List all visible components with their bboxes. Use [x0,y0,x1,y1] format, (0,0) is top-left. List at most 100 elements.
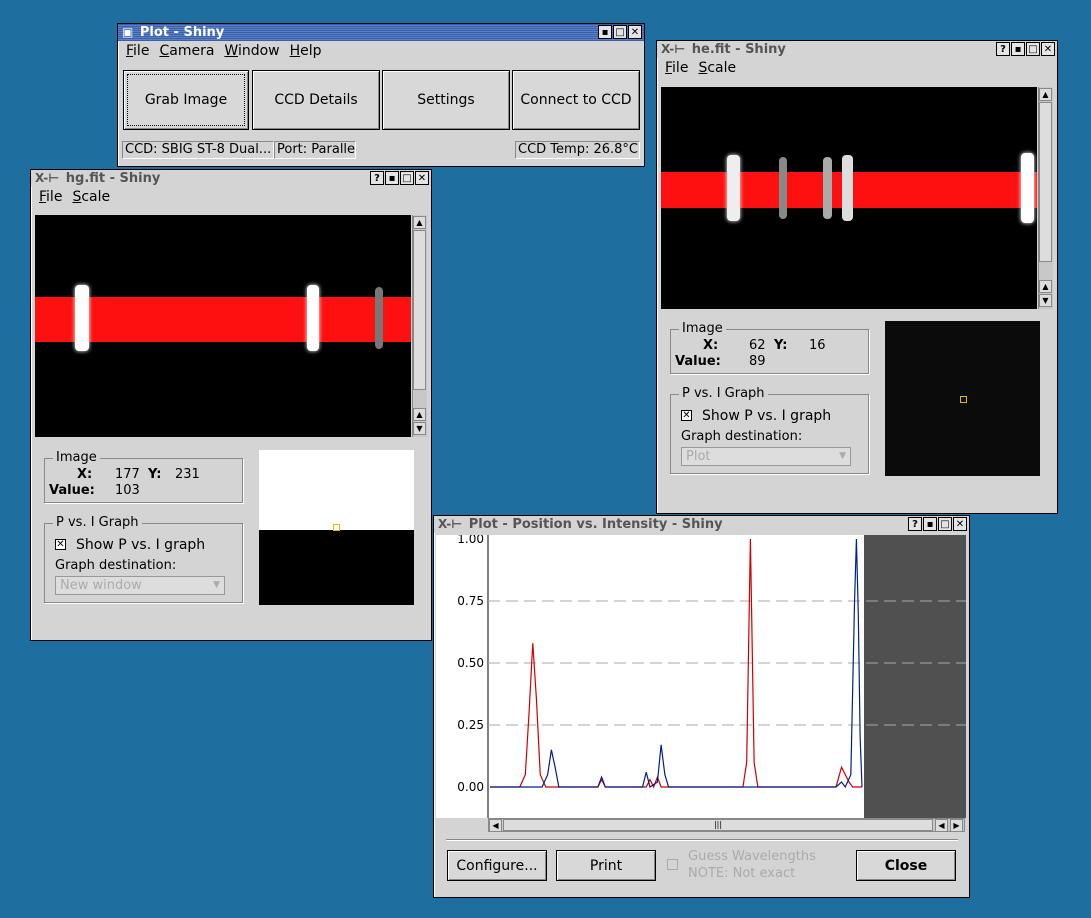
he-scrollbar[interactable]: ▲ ▲ ▼ [1038,87,1053,309]
print-label: Print [589,857,623,874]
connect-ccd-button[interactable]: Connect to CCD [512,70,640,130]
scroll-right-icon[interactable]: ▶ [950,819,963,832]
spectral-line [375,287,383,349]
preview-cursor [333,524,340,531]
y-label: Y: [148,467,162,482]
print-button[interactable]: Print [556,850,656,881]
menu-file[interactable]: File [39,189,62,205]
connect-ccd-label: Connect to CCD [520,92,632,108]
maximize-icon[interactable]: □ [938,517,952,531]
close-icon[interactable]: ✕ [415,171,429,185]
pvi-titlebar[interactable]: X-⊢ Plot - Position vs. Intensity - Shin… [434,516,969,533]
window-title: Plot - Shiny [139,25,225,40]
configure-button[interactable]: Configure... [447,850,547,881]
graph-dest-label: Graph destination: [681,429,803,444]
status-temp: CCD Temp: 26.8°C [515,141,640,159]
plot-main-window: ▣ Plot - Shiny ▪ □ ✕ File Camera Window … [117,23,645,167]
he-image-group: Image X: 62 Y: 16 Value: 89 [670,321,869,374]
maximize-icon[interactable]: □ [1026,42,1040,56]
close-button[interactable]: Close [856,850,956,881]
hg-scrollbar[interactable]: ▲ ▲ ▼ [412,215,427,437]
menu-help[interactable]: Help [290,43,322,59]
spectral-line [842,155,853,221]
menu-scale[interactable]: Scale [698,60,736,76]
guess-wavelengths-checkbox[interactable] [667,859,678,870]
minimize-icon[interactable]: ▪ [1011,42,1025,56]
graph-dest-select[interactable]: Plot ▼ [681,447,851,466]
app-icon: X-⊢ [35,171,60,185]
scroll-down-icon[interactable]: ▼ [413,422,426,435]
show-pvi-label: Show P vs. I graph [702,408,832,424]
close-icon[interactable]: ✕ [953,517,967,531]
ccd-details-label: CCD Details [274,92,358,108]
he-image-view[interactable] [661,87,1037,309]
he-titlebar[interactable]: X-⊢ he.fit - Shiny ? ▪ □ ✕ [657,41,1057,58]
value-label: Value: [675,354,721,369]
show-pvi-checkbox[interactable]: ✕ [681,410,692,421]
maximize-icon[interactable]: □ [613,25,627,39]
hg-titlebar[interactable]: X-⊢ hg.fit - Shiny ? ▪ □ ✕ [31,170,431,187]
minimize-icon[interactable]: ▪ [385,171,399,185]
y-value: 16 [809,338,826,353]
y-tick-label: 0.75 [457,594,484,608]
scroll-left-icon[interactable]: ◀ [489,819,502,832]
grab-image-button[interactable]: Grab Image [123,70,249,130]
y-value: 231 [175,467,200,482]
value-label: Value: [49,483,95,498]
scroll-up-icon[interactable]: ▲ [1039,88,1052,101]
x-value: 177 [115,467,140,482]
scroll-up-icon[interactable]: ▲ [1039,280,1052,293]
scroll-thumb[interactable]: ||| [503,819,933,831]
menu-window[interactable]: Window [224,43,279,59]
guess-note: NOTE: Not exact [688,866,796,881]
settings-button[interactable]: Settings [382,70,510,130]
ccd-details-button[interactable]: CCD Details [252,70,380,130]
he-pvi-group: P vs. I Graph ✕ Show P vs. I graph Graph… [670,386,869,474]
scroll-thumb[interactable] [413,230,426,390]
minimize-icon[interactable]: ▪ [923,517,937,531]
status-ccd: CCD: SBIG ST-8 Dual... [122,141,274,159]
help-icon[interactable]: ? [370,171,384,185]
close-icon[interactable]: ✕ [1041,42,1055,56]
pvi-hscrollbar[interactable]: ◀ ||| ◀ ▶ [488,818,965,832]
graph-dest-label: Graph destination: [55,558,177,573]
app-icon: X-⊢ [438,517,463,531]
hg-image-view[interactable] [35,215,411,437]
main-menubar: File Camera Window Help [118,41,644,61]
chevron-down-icon: ▼ [839,451,846,461]
he-zoom-preview [885,321,1040,476]
group-title: Image [53,450,100,465]
help-icon[interactable]: ? [908,517,922,531]
close-icon[interactable]: ✕ [628,25,642,39]
plot-main-titlebar[interactable]: ▣ Plot - Shiny ▪ □ ✕ [118,24,644,41]
y-tick-label: 0.00 [457,780,484,794]
help-icon[interactable]: ? [996,42,1010,56]
hg-image-group: Image X: 177 Y: 231 Value: 103 [44,450,243,503]
hg-menubar: File Scale [31,187,431,207]
value-value: 103 [115,483,140,498]
menu-file[interactable]: File [665,60,688,76]
scroll-left-icon[interactable]: ◀ [935,819,948,832]
graph-dest-select[interactable]: New window ▼ [55,576,225,595]
menu-camera[interactable]: Camera [159,43,214,59]
show-pvi-label: Show P vs. I graph [76,537,206,553]
x-label: X: [77,467,93,482]
spectral-line [779,157,787,219]
menu-scale[interactable]: Scale [72,189,110,205]
app-icon: X-⊢ [661,42,686,56]
scroll-thumb[interactable] [1039,102,1052,262]
spectral-line [1021,153,1034,223]
window-title: hg.fit - Shiny [65,171,161,186]
menu-file[interactable]: File [126,43,149,59]
show-pvi-checkbox[interactable]: ✕ [55,539,66,550]
scroll-down-icon[interactable]: ▼ [1039,294,1052,307]
configure-label: Configure... [456,857,538,874]
minimize-icon[interactable]: ▪ [598,25,612,39]
scroll-up-icon[interactable]: ▲ [413,408,426,421]
maximize-icon[interactable]: □ [400,171,414,185]
scroll-up-icon[interactable]: ▲ [413,216,426,229]
spectral-line [307,285,319,351]
y-label: Y: [774,338,788,353]
guess-wavelengths-label: Guess Wavelengths [688,849,816,864]
chevron-down-icon: ▼ [213,580,220,590]
